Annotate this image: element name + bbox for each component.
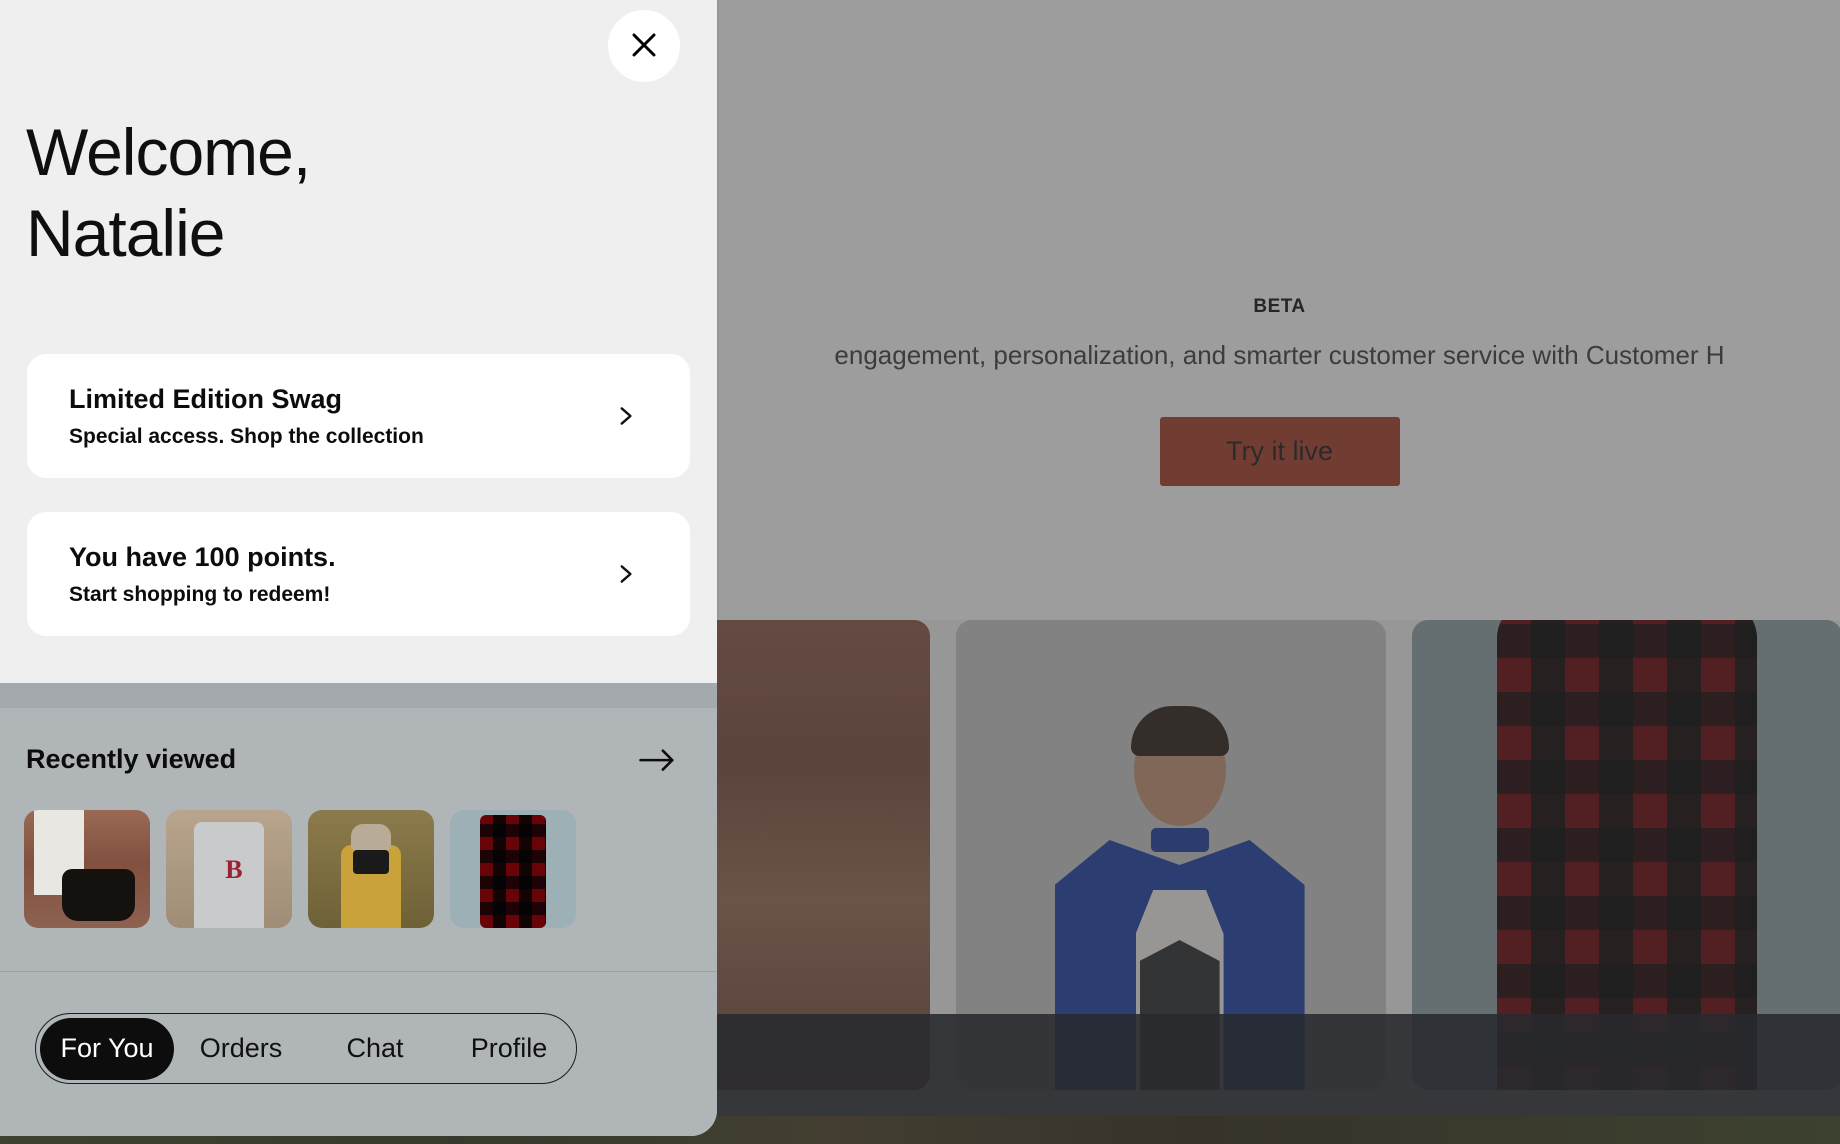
nav-item-chat[interactable]: Chat (308, 1014, 442, 1083)
panel-top-section: Welcome, Natalie Limited Edition Swag Sp… (0, 0, 717, 683)
promo-subtitle: Special access. Shop the collection (69, 424, 424, 448)
hat-shape (350, 824, 392, 851)
panel-bottom-section: Recently viewed B For You Orders Chat Pr… (0, 683, 717, 1136)
thumb-camera-sweater[interactable] (308, 810, 434, 928)
close-icon (629, 30, 659, 63)
nav-item-profile[interactable]: Profile (442, 1014, 576, 1083)
recently-viewed-header: Recently viewed (26, 744, 677, 775)
promo-card-swag[interactable]: Limited Edition Swag Special access. Sho… (27, 354, 690, 478)
page-title: Welcome, Natalie (26, 115, 311, 270)
promo-title: You have 100 points. (69, 541, 336, 572)
panel-shade-band (0, 683, 717, 708)
promo-subtitle: Start shopping to redeem! (69, 582, 331, 606)
recently-viewed-title: Recently viewed (26, 744, 237, 774)
nav-item-orders[interactable]: Orders (174, 1014, 308, 1083)
customer-hub-panel: Welcome, Natalie Limited Edition Swag Sp… (0, 0, 717, 1136)
chevron-right-icon (612, 561, 638, 587)
promo-title: Limited Edition Swag (69, 383, 343, 414)
jacket-letter: B (225, 854, 243, 884)
nav-item-for-you[interactable]: For You (40, 1017, 174, 1080)
promo-card-points[interactable]: You have 100 points. Start shopping to r… (27, 512, 690, 636)
promo-text-group: You have 100 points. Start shopping to r… (69, 542, 612, 607)
promo-text-group: Limited Edition Swag Special access. Sho… (69, 384, 612, 449)
close-button[interactable] (608, 10, 680, 82)
thumb-black-bag[interactable] (24, 810, 150, 928)
thumb-varsity-jacket[interactable]: B (166, 810, 292, 928)
arrow-right-icon[interactable] (637, 746, 677, 774)
chevron-right-icon (612, 403, 638, 429)
bottom-nav: For You Orders Chat Profile (35, 1013, 577, 1084)
thumb-plaid-shirt[interactable] (450, 810, 576, 928)
recently-viewed-thumbnails: B (24, 810, 576, 928)
nav-divider (0, 971, 717, 972)
camera-shape (353, 850, 389, 874)
